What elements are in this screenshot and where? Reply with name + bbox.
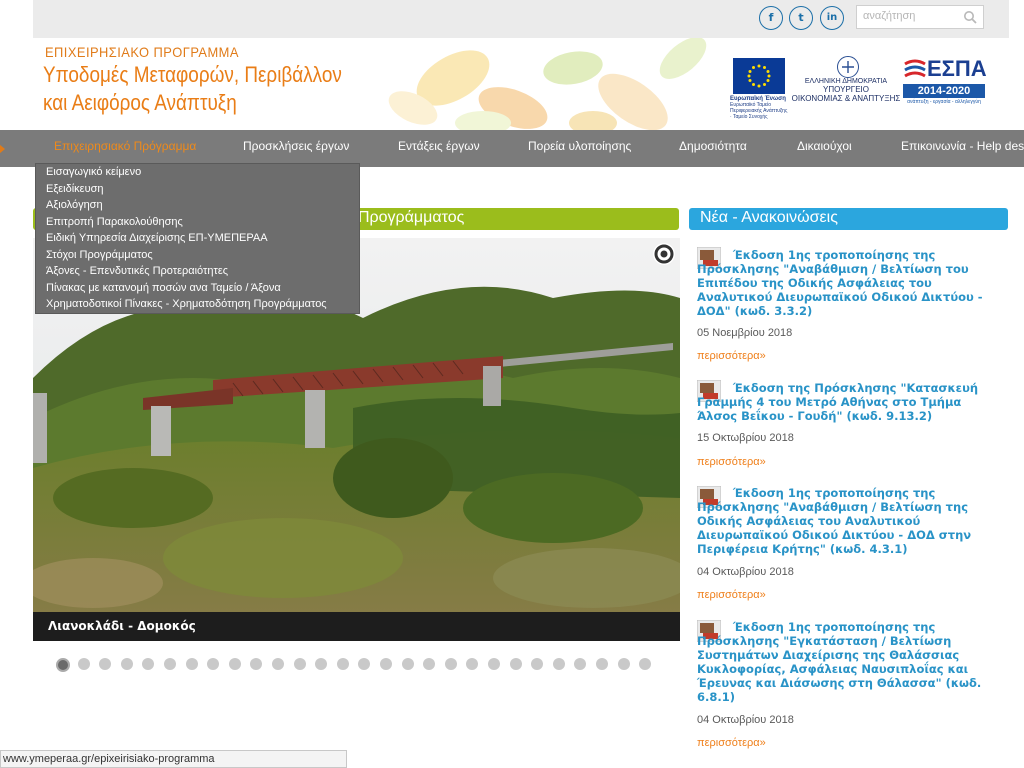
eu-sub: Ευρωπαϊκό Ταμείο Περιφερειακής Ανάπτυξης… (730, 102, 788, 120)
slider-dot[interactable] (617, 658, 630, 670)
news-item-title[interactable]: Έκδοση 1ης τροποποίησης της Πρόσκλησης "… (697, 620, 1004, 704)
nav-item-progress[interactable]: Πορεία υλοποίησης (528, 139, 631, 153)
slider-dot[interactable] (164, 658, 176, 670)
news-item-date: 04 Οκτωβρίου 2018 (697, 566, 794, 578)
site-header: ΕΠΙΧΕΙΡΗΣΙΑΚΟ ΠΡΟΓΡΑΜΜΑ Υποδομές Μεταφορ… (33, 38, 1009, 130)
news-item-more-link[interactable]: περισσότερα» (697, 589, 766, 601)
news-item-more-link[interactable]: περισσότερα» (697, 737, 766, 749)
dropdown-item-axes[interactable]: Άξονες - Επενδυτικές Προτεραιότητες (46, 265, 228, 277)
news-item-title[interactable]: Έκδοση 1ης τροποποίησης της Πρόσκλησης "… (697, 486, 1004, 556)
news-item-title[interactable]: Έκδοση 1ης τροποποίησης της Πρόσκλησης "… (697, 248, 1004, 318)
browser-status-bar: www.ymeperaa.gr/epixeirisiako-programma (0, 750, 347, 768)
slider-pause-icon[interactable] (652, 242, 676, 266)
espa-logo: ΕΣΠΑ 2014-2020 ανάπτυξη - εργασία - αλλη… (903, 56, 987, 110)
slider-dot[interactable] (272, 658, 284, 670)
news-item-title[interactable]: Έκδοση της Πρόσκλησης "Κατασκευή Γραμμής… (697, 381, 1004, 423)
gr-line2: ΥΠΟΥΡΓΕΙΟ (823, 85, 869, 94)
dropdown-item-monitoring-committee[interactable]: Επιτροπή Παρακολούθησης (46, 216, 183, 228)
main-nav: Επιχειρησιακό Πρόγραμμα Προσκλήσεις έργω… (0, 130, 1024, 167)
linkedin-icon[interactable]: in (820, 6, 844, 30)
slider-dot[interactable] (380, 658, 392, 670)
slider-dot[interactable] (120, 658, 133, 670)
slider-dot[interactable] (401, 658, 414, 670)
espa-stripes-icon (904, 59, 926, 78)
gr-line3: ΟΙΚΟΝΟΜΙΑΣ & ΑΝΑΠΤΥΞΗΣ (791, 94, 901, 103)
news-section-title: Νέα - Ανακοινώσεις (700, 209, 838, 226)
program-label: ΕΠΙΧΕΙΡΗΣΙΑΚΟ ΠΡΟΓΡΑΜΜΑ (45, 44, 239, 60)
dropdown-item-objectives[interactable]: Στόχοι Προγράμματος (46, 249, 153, 261)
news-item-date: 05 Νοεμβρίου 2018 (697, 327, 793, 339)
search-placeholder: αναζήτηση (863, 10, 916, 22)
slider-dot[interactable] (77, 658, 90, 670)
program-title-line2: και Αειφόρος Ανάπτυξη (43, 90, 237, 115)
greek-emblem-icon (837, 56, 859, 78)
gr-line1: ΕΛΛΗΝΙΚΗ ΔΗΜΟΚΡΑΤΙΑ (804, 78, 888, 85)
slide-caption: Λιανοκλάδι - Δομοκός (48, 619, 196, 633)
news-item-more-link[interactable]: περισσότερα» (697, 456, 766, 468)
slider-dot[interactable] (509, 658, 522, 670)
eu-flag-icon (733, 58, 785, 94)
nav-item-inclusions[interactable]: Εντάξεις έργων (398, 139, 480, 153)
dropdown-item-specialization[interactable]: Εξειδίκευση (46, 183, 104, 195)
slider-dot[interactable] (552, 658, 565, 670)
dropdown-item-financial-tables[interactable]: Χρηματοδοτικοί Πίνακες - Χρηματοδότηση Π… (46, 298, 327, 310)
program-dropdown-menu: Εισαγωγικό κείμενο Εξειδίκευση Αξιολόγησ… (35, 163, 360, 314)
nav-item-calls[interactable]: Προσκλήσεις έργων (243, 139, 349, 153)
facebook-icon[interactable]: f (759, 6, 783, 30)
slider-dot[interactable] (228, 658, 241, 670)
nav-item-program[interactable]: Επιχειρησιακό Πρόγραμμα (54, 139, 196, 153)
search-icon[interactable] (963, 10, 977, 24)
nav-item-publicity[interactable]: Δημοσιότητα (679, 139, 747, 153)
news-item-date: 15 Οκτωβρίου 2018 (697, 432, 794, 444)
home-arrow-icon[interactable] (0, 144, 5, 154)
nav-item-beneficiaries[interactable]: Δικαιούχοι (797, 139, 852, 153)
dropdown-item-intro[interactable]: Εισαγωγικό κείμενο (46, 166, 141, 178)
program-section-title: Προγράμματος (358, 209, 465, 226)
dropdown-item-managing-authority[interactable]: Ειδική Υπηρεσία Διαχείρισης ΕΠ-ΥΜΕΠΕΡΑΑ (46, 232, 268, 244)
twitter-icon[interactable]: t (789, 6, 813, 30)
slider-dot[interactable] (185, 658, 198, 670)
news-item-date: 04 Οκτωβρίου 2018 (697, 714, 794, 726)
ministry-text: ΕΛΛΗΝΙΚΗ ΔΗΜΟΚΡΑΤΙΑ ΥΠΟΥΡΓΕΙΟ ΟΙΚΟΝΟΜΙΑΣ… (791, 78, 901, 103)
program-title-line1: Υποδομές Μεταφορών, Περιβάλλον (43, 62, 342, 87)
search-input[interactable]: αναζήτηση (856, 5, 984, 29)
slider-dot[interactable] (336, 658, 349, 670)
slider-dot[interactable] (596, 658, 608, 670)
espa-years: 2014-2020 (903, 84, 985, 98)
status-url: www.ymeperaa.gr/epixeirisiako-programma (3, 753, 215, 765)
news-item-more-link[interactable]: περισσότερα» (697, 350, 766, 362)
slider-dot[interactable] (488, 658, 500, 670)
eu-caption: Ευρωπαϊκή Ένωση Ευρωπαϊκό Ταμείο Περιφερ… (730, 96, 790, 120)
slider-dot[interactable] (293, 658, 306, 670)
espa-slogan: ανάπτυξη - εργασία - αλληλεγγύη (907, 99, 981, 105)
dropdown-item-evaluation[interactable]: Αξιολόγηση (46, 199, 103, 211)
slider-dot[interactable] (56, 658, 70, 672)
dropdown-item-allocation-table[interactable]: Πίνακας με κατανομή ποσών ανα Ταμείο / Ά… (46, 282, 281, 294)
espa-title: ΕΣΠΑ (927, 56, 987, 81)
nav-item-contact[interactable]: Επικοινωνία - Help desk (901, 139, 1024, 153)
slider-dot[interactable] (444, 658, 457, 670)
